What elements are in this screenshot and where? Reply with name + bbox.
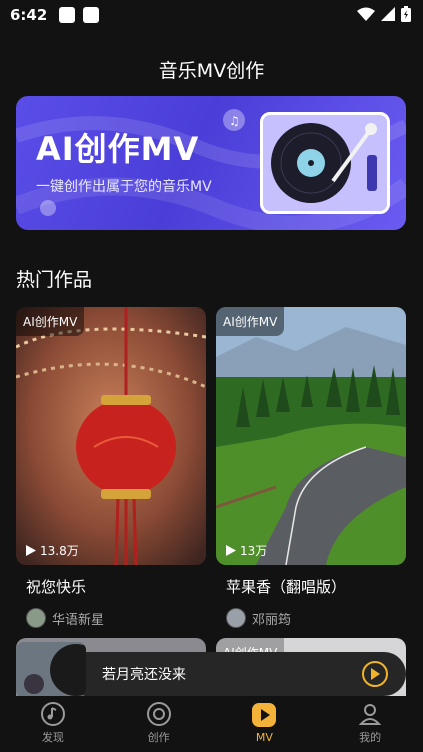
banner-subtitle: 一键创作出属于您的音乐MV: [36, 179, 212, 195]
play-icon: [226, 545, 236, 556]
profile-icon: [358, 704, 382, 725]
section-title-hot: 热门作品: [16, 269, 93, 291]
tab-mine[interactable]: 我的: [317, 696, 423, 752]
work-card[interactable]: AI创作MV 13.8万: [16, 307, 206, 565]
status-time: 6:42: [10, 6, 48, 24]
notification-icon: [59, 7, 76, 23]
player-song-title: 若月亮还没来: [102, 667, 186, 683]
play-count: 13万: [226, 542, 267, 559]
card-author[interactable]: 邓丽筠: [226, 608, 291, 628]
play-count-value: 13.8万: [40, 544, 79, 558]
play-icon: [371, 668, 380, 680]
mini-player[interactable]: 若月亮还没来: [16, 642, 406, 698]
bottom-tab-bar: 发现 创作 MV 我的: [0, 696, 423, 752]
card-tag: AI创作MV: [16, 307, 85, 336]
card-cover-road: [216, 307, 406, 565]
avatar: [226, 608, 246, 628]
author-name: 华语新星: [52, 612, 105, 628]
svg-text:♫: ♫: [229, 114, 240, 128]
card-cover-lantern: [16, 307, 206, 565]
tab-label: 发现: [41, 731, 64, 744]
album-art: [16, 642, 86, 698]
page-title: 音乐MV创作: [158, 60, 265, 82]
tab-discover[interactable]: 发现: [0, 696, 106, 752]
play-count-value: 13万: [240, 544, 268, 558]
tab-mv[interactable]: MV: [212, 696, 318, 752]
notification-icon: [83, 7, 100, 23]
signal-icon: [381, 7, 395, 21]
tab-label: MV: [255, 731, 273, 744]
tab-label: 我的: [359, 731, 382, 744]
turntable-illustration: [260, 112, 390, 214]
battery-icon: [401, 6, 411, 22]
music-note-icon: [40, 702, 65, 726]
banner-title: AI创作MV: [36, 130, 200, 168]
create-icon: [146, 702, 171, 726]
card-title[interactable]: 苹果香（翻唱版）: [226, 576, 346, 597]
promo-banner[interactable]: ♫ AI创作MV 一键创作出属于您的音乐MV: [16, 96, 406, 230]
play-count: 13.8万: [26, 542, 79, 559]
player-play-button[interactable]: [362, 661, 388, 687]
wifi-icon: [357, 7, 375, 21]
card-author[interactable]: 华语新星: [26, 608, 104, 628]
play-icon: [26, 545, 36, 556]
status-bar: 6:42: [0, 0, 423, 30]
work-card[interactable]: AI创作MV 13万: [216, 307, 406, 565]
tab-create[interactable]: 创作: [106, 696, 212, 752]
tab-label: 创作: [147, 731, 170, 744]
avatar: [26, 608, 46, 628]
author-name: 邓丽筠: [252, 612, 292, 628]
mv-play-icon: [252, 703, 277, 727]
card-tag: AI创作MV: [216, 307, 285, 336]
card-title[interactable]: 祝您快乐: [26, 576, 86, 597]
